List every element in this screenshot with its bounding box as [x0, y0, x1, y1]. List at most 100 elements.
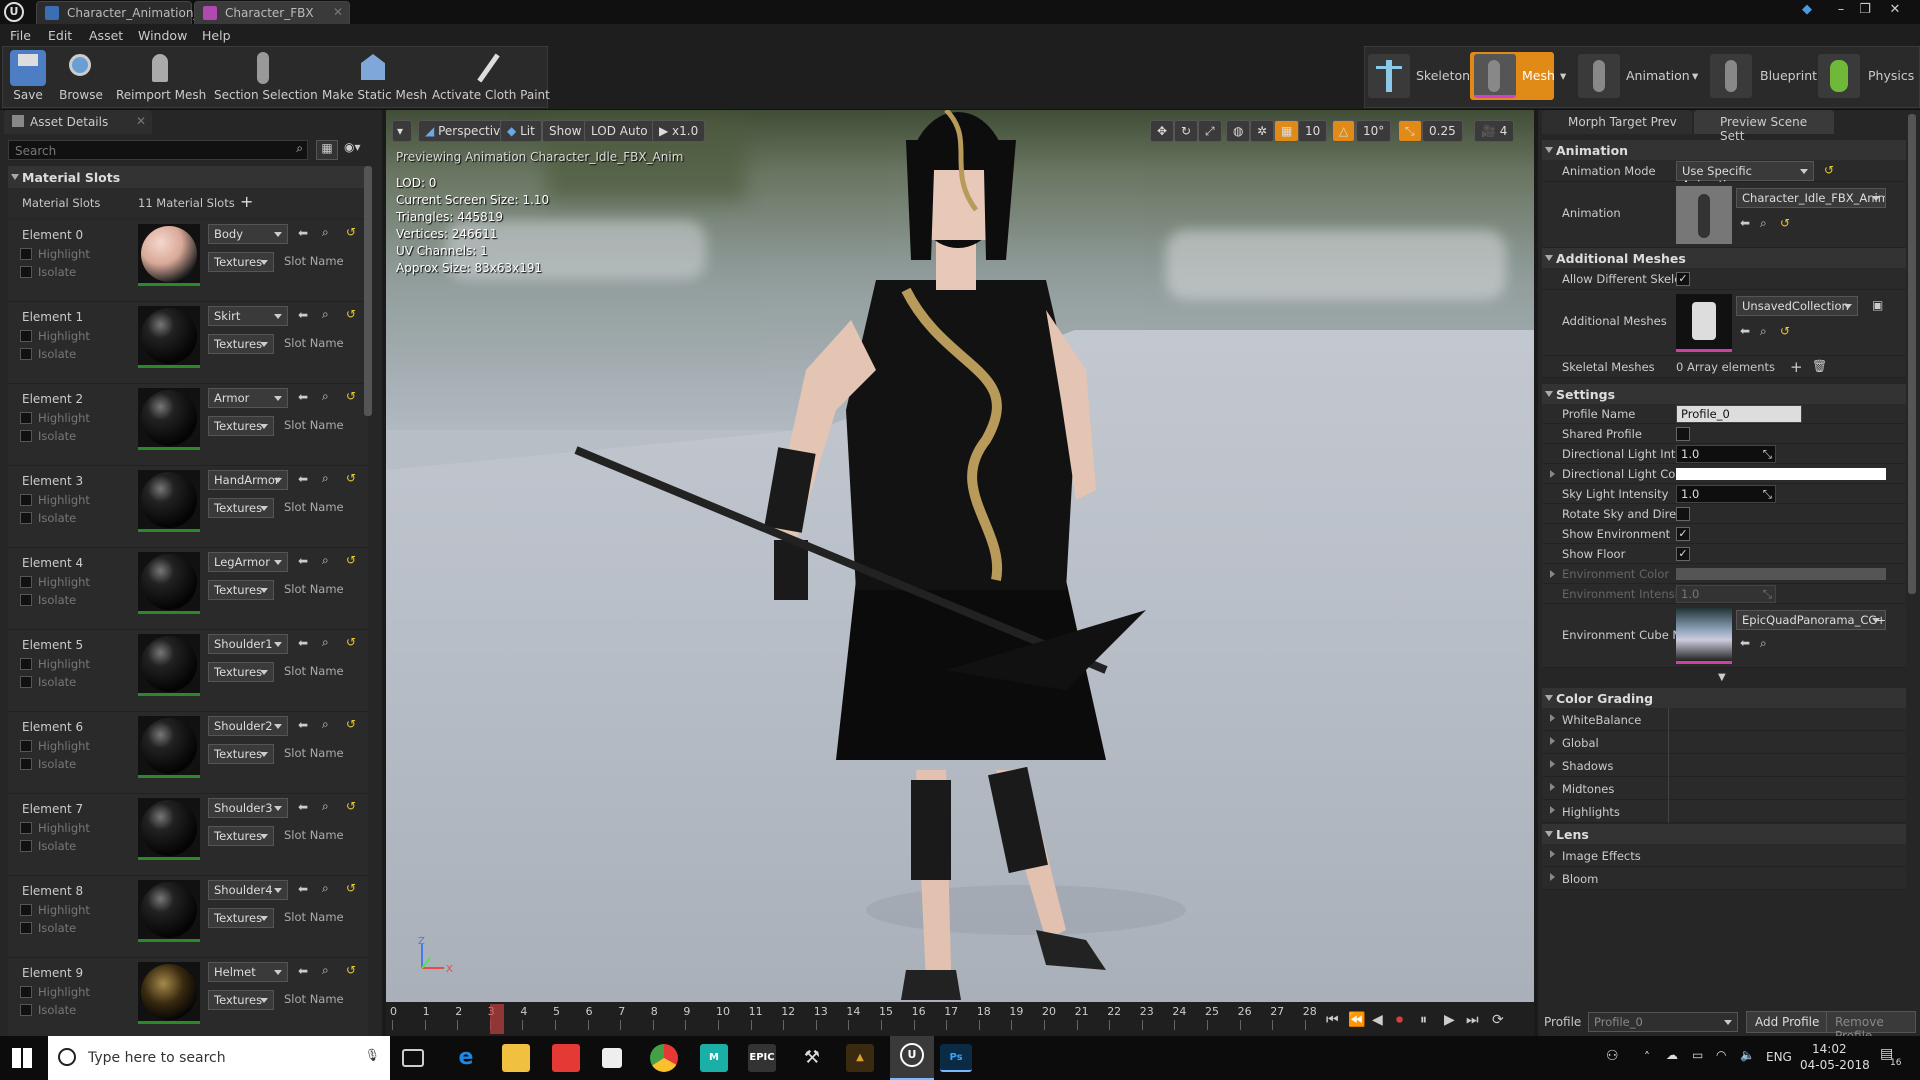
- highlight-checkbox[interactable]: [20, 822, 32, 834]
- epic-icon[interactable]: EPIC: [748, 1044, 776, 1072]
- expand-icon[interactable]: [1550, 470, 1555, 478]
- material-thumbnail[interactable]: [138, 470, 200, 532]
- use-selected-icon[interactable]: ⬅: [298, 390, 308, 404]
- allow-different-skeleton-checkbox[interactable]: ✓: [1676, 272, 1690, 286]
- material-dropdown[interactable]: Shoulder2: [208, 716, 288, 736]
- step-forward-icon[interactable]: ▶: [1444, 1012, 1455, 1028]
- textures-dropdown[interactable]: Textures: [208, 990, 274, 1010]
- textures-dropdown[interactable]: Textures: [208, 334, 274, 354]
- tab-morph-target-preview[interactable]: Morph Target Prev: [1542, 110, 1692, 134]
- textures-dropdown[interactable]: Textures: [208, 908, 274, 928]
- color-grading-item[interactable]: Shadows: [1542, 754, 1906, 777]
- marmoset-icon[interactable]: ▲: [846, 1044, 874, 1072]
- lens-item[interactable]: Bloom: [1542, 867, 1906, 890]
- minimize-icon[interactable]: –: [1832, 2, 1850, 18]
- tab-character-fbx[interactable]: Character_FBX ✕: [194, 1, 350, 24]
- mode-mesh[interactable]: Mesh: [1470, 52, 1555, 100]
- material-thumbnail[interactable]: [138, 388, 200, 450]
- material-thumbnail[interactable]: [138, 798, 200, 860]
- additional-meshes-section[interactable]: Additional Meshes: [1542, 248, 1906, 268]
- animation-mode-dropdown[interactable]: Use Specific Animation: [1676, 161, 1814, 192]
- reset-icon[interactable]: ↺: [1824, 163, 1834, 177]
- reset-icon[interactable]: ↺: [346, 471, 356, 485]
- material-slots-section[interactable]: Material Slots: [8, 166, 368, 188]
- material-dropdown[interactable]: Shoulder1: [208, 634, 288, 654]
- skip-start-icon[interactable]: ⏮: [1326, 1012, 1339, 1028]
- close-icon[interactable]: ✕: [1886, 2, 1904, 18]
- use-selected-icon[interactable]: ⬅: [298, 308, 308, 322]
- viewport-options-dropdown[interactable]: ▾: [392, 120, 412, 142]
- reimport-mesh-button[interactable]: Reimport Mesh: [116, 50, 206, 108]
- reset-icon[interactable]: ↺: [346, 963, 356, 977]
- textures-dropdown[interactable]: Textures: [208, 826, 274, 846]
- expand-icon[interactable]: [1550, 570, 1555, 578]
- rotation-snap-icon[interactable]: △: [1332, 120, 1356, 142]
- close-panel-icon[interactable]: ✕: [136, 114, 146, 128]
- browse-icon[interactable]: ⌕: [322, 799, 329, 814]
- expand-more-icon[interactable]: ▼: [1718, 672, 1726, 683]
- reset-icon[interactable]: ↺: [346, 225, 356, 239]
- isolate-checkbox[interactable]: [20, 594, 32, 606]
- settings-section[interactable]: Settings: [1542, 384, 1906, 404]
- add-slot-icon[interactable]: +: [240, 192, 253, 211]
- step-back-icon[interactable]: ⏪: [1348, 1012, 1365, 1028]
- isolate-checkbox[interactable]: [20, 922, 32, 934]
- browse-icon[interactable]: ⌕: [322, 635, 329, 650]
- battery-icon[interactable]: ▭: [1692, 1048, 1703, 1062]
- color-grading-item[interactable]: Midtones: [1542, 777, 1906, 800]
- menu-edit[interactable]: Edit: [48, 28, 72, 43]
- zbrush-icon[interactable]: ⚒: [798, 1044, 826, 1072]
- mode-physics[interactable]: Physics: [1818, 52, 1918, 100]
- highlight-checkbox[interactable]: [20, 576, 32, 588]
- rotate-icon[interactable]: ↻: [1174, 120, 1199, 142]
- browse-icon[interactable]: ⌕: [322, 307, 329, 322]
- pause-icon[interactable]: ⏸: [1420, 1012, 1427, 1028]
- isolate-checkbox[interactable]: [20, 758, 32, 770]
- isolate-checkbox[interactable]: [20, 1004, 32, 1016]
- highlight-checkbox[interactable]: [20, 248, 32, 260]
- mode-animation[interactable]: Animation ▾: [1578, 52, 1702, 100]
- taskbar-search-input[interactable]: Type here to search 🎙: [48, 1036, 390, 1080]
- lens-item[interactable]: Image Effects: [1542, 844, 1906, 867]
- isolate-checkbox[interactable]: [20, 840, 32, 852]
- use-selected-cubemap-icon[interactable]: ⬅: [1740, 636, 1750, 650]
- highlight-checkbox[interactable]: [20, 740, 32, 752]
- skip-end-icon[interactable]: ⏭: [1466, 1012, 1479, 1028]
- browse-icon[interactable]: ⌕: [322, 717, 329, 732]
- reset-icon[interactable]: ↺: [346, 799, 356, 813]
- scale-snap-icon[interactable]: ⤡: [1398, 120, 1422, 142]
- reset-icon[interactable]: ↺: [346, 717, 356, 731]
- details-search-input[interactable]: Search ⌕: [8, 140, 308, 160]
- browse-mesh-icon[interactable]: ⌕: [1760, 324, 1767, 339]
- task-view-icon[interactable]: [402, 1049, 424, 1067]
- browse-icon[interactable]: ⌕: [322, 471, 329, 486]
- browse-icon[interactable]: ⌕: [322, 963, 329, 978]
- activate-cloth-paint-button[interactable]: Activate Cloth Paint: [432, 50, 550, 108]
- material-dropdown[interactable]: Helmet: [208, 962, 288, 982]
- world-icon[interactable]: ◍: [1226, 120, 1251, 142]
- highlight-checkbox[interactable]: [20, 412, 32, 424]
- textures-dropdown[interactable]: Textures: [208, 498, 274, 518]
- make-static-mesh-button[interactable]: Make Static Mesh: [322, 50, 427, 108]
- textures-dropdown[interactable]: Textures: [208, 662, 274, 682]
- material-thumbnail[interactable]: [138, 224, 200, 286]
- color-grading-section[interactable]: Color Grading: [1542, 688, 1906, 708]
- people-icon[interactable]: ⚇: [1606, 1048, 1619, 1064]
- animation-section[interactable]: Animation: [1542, 140, 1906, 160]
- preview-viewport[interactable]: ▾ ◢ Perspective ◆ Lit Show LOD Auto ▶ x1…: [386, 110, 1534, 1002]
- use-selected-icon[interactable]: ⬅: [298, 718, 308, 732]
- material-thumbnail[interactable]: [138, 306, 200, 368]
- lod-button[interactable]: LOD Auto: [584, 120, 655, 142]
- menu-asset[interactable]: Asset: [89, 28, 123, 43]
- expand-icon[interactable]: [1550, 714, 1555, 722]
- camera-speed-button[interactable]: 🎥 4: [1474, 120, 1515, 142]
- browse-button[interactable]: Browse: [58, 50, 104, 108]
- store-icon[interactable]: [552, 1044, 580, 1072]
- lit-button[interactable]: ◆ Lit: [500, 120, 542, 142]
- highlight-checkbox[interactable]: [20, 658, 32, 670]
- highlight-checkbox[interactable]: [20, 986, 32, 998]
- isolate-checkbox[interactable]: [20, 266, 32, 278]
- color-grading-item[interactable]: WhiteBalance: [1542, 708, 1906, 731]
- save-button[interactable]: Save: [8, 50, 48, 108]
- browse-icon[interactable]: ⌕: [322, 881, 329, 896]
